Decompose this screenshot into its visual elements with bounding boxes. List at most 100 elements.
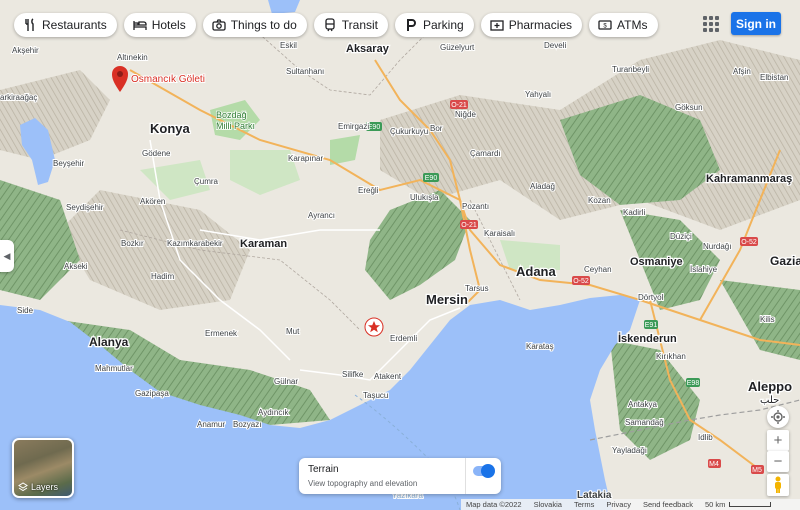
city-kahramanmaras[interactable]: Kahramanmaraş bbox=[705, 172, 794, 187]
town-side: Side bbox=[17, 306, 34, 315]
town-elbistan: Elbistan bbox=[760, 73, 788, 82]
chip-pharmacies[interactable]: Pharmacies bbox=[480, 13, 583, 37]
town-aladag: Aladağ bbox=[530, 182, 555, 191]
city-aleppo[interactable]: Aleppo bbox=[747, 378, 794, 396]
street-view-button[interactable] bbox=[767, 474, 789, 496]
city-konya[interactable]: Konya bbox=[149, 120, 192, 138]
bed-icon bbox=[133, 21, 147, 30]
town-antakya: Antakya bbox=[628, 400, 657, 409]
camera-icon bbox=[212, 19, 226, 31]
shield-o52-a-label: O-52 bbox=[573, 278, 589, 285]
parking-icon bbox=[407, 19, 416, 31]
chip-atms-label: ATMs bbox=[617, 18, 648, 32]
scale-bar-line bbox=[729, 502, 772, 507]
town-guzelyurt: Güzelyurt bbox=[440, 43, 475, 52]
collapse-panel-button[interactable]: ◀ bbox=[0, 240, 14, 272]
town-aydincik: Aydıncık bbox=[258, 408, 290, 417]
town-karatas: Karataş bbox=[526, 342, 554, 351]
town-cukurkuyu: Çukurkuyu bbox=[390, 127, 428, 136]
town-akoren: Akören bbox=[140, 197, 165, 206]
chip-things-to-do-label: Things to do bbox=[230, 18, 297, 32]
chip-restaurants[interactable]: Restaurants bbox=[14, 13, 117, 37]
town-emirgazi: Emirgazi bbox=[338, 122, 369, 131]
terrain-subtitle: View topography and elevation bbox=[308, 479, 418, 488]
town-kadirli: Kadirli bbox=[623, 208, 645, 217]
chip-pharmacies-label: Pharmacies bbox=[508, 18, 573, 32]
chevron-left-icon: ◀ bbox=[3, 250, 11, 261]
town-gazipasa: Gazipaşa bbox=[135, 389, 169, 398]
town-sultanhani: Sultanhanı bbox=[286, 67, 324, 76]
city-adana[interactable]: Adana bbox=[515, 263, 558, 281]
zoom-in-button[interactable]: + bbox=[767, 430, 789, 451]
privacy-link[interactable]: Privacy bbox=[606, 500, 631, 509]
town-karkiraagac: arkiraağaç bbox=[0, 93, 37, 102]
town-nigde: Niğde bbox=[455, 110, 476, 119]
town-alanya[interactable]: Alanya bbox=[88, 334, 130, 351]
town-kirikhan: Kırıkhan bbox=[656, 352, 686, 361]
chip-parking[interactable]: Parking bbox=[395, 13, 474, 37]
city-mersin[interactable]: Mersin bbox=[425, 291, 469, 309]
town-mut: Mut bbox=[286, 327, 300, 336]
chip-transit-label: Transit bbox=[341, 18, 378, 32]
town-mahmutlar: Mahmutlar bbox=[95, 364, 133, 373]
town-hadim: Hadim bbox=[151, 272, 174, 281]
town-akseki: Akseki bbox=[64, 262, 88, 271]
town-ayranci: Ayrancı bbox=[308, 211, 335, 220]
attribution-bar: Map data ©2022 Slovakia Terms Privacy Se… bbox=[461, 499, 800, 510]
town-beysehir: Beyşehir bbox=[53, 159, 84, 168]
shield-o21-a-label: O-21 bbox=[451, 102, 467, 109]
shield-e98-label: E98 bbox=[687, 380, 700, 387]
shield-e90-b-label: E90 bbox=[425, 175, 438, 182]
chip-transit[interactable]: Transit bbox=[313, 13, 388, 37]
layers-icon bbox=[18, 482, 28, 492]
region-link[interactable]: Slovakia bbox=[534, 500, 562, 509]
city-karaman[interactable]: Karaman bbox=[239, 237, 289, 252]
my-location-button[interactable] bbox=[767, 406, 789, 428]
terrain-title: Terrain bbox=[308, 464, 339, 475]
pin-label[interactable]: Osmancık Göleti bbox=[130, 73, 206, 86]
send-feedback-link[interactable]: Send feedback bbox=[643, 500, 693, 509]
city-aleppo-local: حلب bbox=[760, 395, 779, 406]
town-tarsus: Tarsus bbox=[465, 284, 489, 293]
town-anamur: Anamur bbox=[197, 420, 225, 429]
zoom-out-button[interactable]: − bbox=[767, 451, 789, 472]
town-nurdagi: Nurdağı bbox=[703, 242, 731, 251]
town-karaisali: Karaisalı bbox=[484, 229, 515, 238]
layers-label-row: Layers bbox=[18, 482, 58, 492]
terrain-toggle[interactable] bbox=[473, 464, 495, 478]
sign-in-button[interactable]: Sign in bbox=[731, 12, 781, 35]
chip-hotels[interactable]: Hotels bbox=[123, 13, 196, 37]
town-karapinar: Karapınar bbox=[288, 154, 323, 163]
city-gazia[interactable]: Gazia bbox=[769, 253, 800, 270]
layers-button[interactable]: Layers bbox=[12, 438, 74, 498]
town-yayladagi: Yayladağı bbox=[612, 446, 647, 455]
category-chips: Restaurants Hotels Things to do Transit … bbox=[14, 13, 658, 37]
town-godene: Gödene bbox=[142, 149, 171, 158]
map-data-label[interactable]: Map data ©2022 bbox=[466, 500, 522, 509]
town-ceyhan: Ceyhan bbox=[584, 265, 612, 274]
apps-grid-icon[interactable] bbox=[703, 16, 719, 32]
chip-restaurants-label: Restaurants bbox=[42, 18, 107, 32]
city-iskenderun[interactable]: İskenderun bbox=[617, 331, 678, 347]
chip-things-to-do[interactable]: Things to do bbox=[202, 13, 307, 37]
shield-e90-a-label: E90 bbox=[368, 124, 381, 131]
park-bozdag: Bozdağ bbox=[216, 110, 247, 120]
town-cumra: Çumra bbox=[194, 177, 219, 186]
terms-link[interactable]: Terms bbox=[574, 500, 594, 509]
chip-parking-label: Parking bbox=[423, 18, 464, 32]
layers-label: Layers bbox=[31, 482, 59, 492]
city-aksaray[interactable]: Aksaray bbox=[345, 42, 391, 57]
shield-o21-b-label: O-21 bbox=[461, 222, 477, 229]
town-samandag: Samandağ bbox=[625, 418, 664, 427]
town-kozan: Kozan bbox=[588, 196, 611, 205]
scale-bar[interactable]: 50 km bbox=[705, 500, 772, 509]
chip-atms[interactable]: $ ATMs bbox=[589, 13, 658, 37]
map-canvas[interactable]: O-21 O-21 E90 E90 O-52 O-52 E91 E98 M4 M… bbox=[0, 0, 800, 510]
city-osmaniye[interactable]: Osmaniye bbox=[629, 255, 684, 270]
town-silifke: Silifke bbox=[342, 370, 364, 379]
town-pozanti: Pozantı bbox=[462, 202, 489, 211]
town-islahiye: İslahiye bbox=[690, 265, 718, 274]
town-aksehir: Akşehir bbox=[12, 46, 39, 55]
town-duzici: Düziçi bbox=[670, 232, 692, 241]
star-marker-icon[interactable] bbox=[364, 317, 384, 337]
